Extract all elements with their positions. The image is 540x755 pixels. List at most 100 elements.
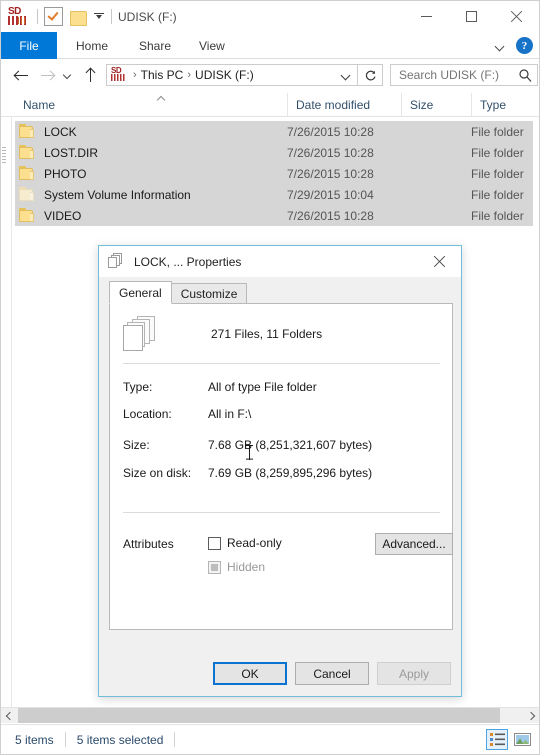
column-header-row: Name Date modified Size Type [1, 93, 539, 117]
tab-share[interactable]: Share [126, 32, 184, 59]
breadcrumb[interactable]: SD › This PC › UDISK (F:) [106, 64, 358, 86]
forward-button[interactable] [34, 62, 60, 88]
refresh-button[interactable] [358, 64, 383, 86]
divider-bottom [123, 512, 440, 513]
readonly-label: Read-only [227, 536, 282, 550]
dialog-title: LOCK, ... Properties [134, 254, 242, 269]
status-item-count: 5 items [15, 732, 54, 747]
column-header-type-label: Type [480, 97, 507, 112]
file-date-modified: 7/26/2015 10:28 [287, 166, 374, 181]
large-icons-view-button[interactable] [511, 729, 533, 750]
help-icon[interactable]: ? [516, 37, 533, 54]
table-row[interactable]: VIDEO 7/26/2015 10:28 File folder [15, 205, 533, 226]
file-type: File folder [471, 187, 524, 202]
horizontal-scrollbar[interactable] [1, 707, 539, 723]
file-date-modified: 7/26/2015 10:28 [287, 124, 374, 139]
close-icon [433, 255, 446, 268]
hidden-checkbox[interactable] [208, 560, 221, 574]
breadcrumb-separator-1[interactable]: › [133, 69, 137, 81]
apply-button[interactable]: Apply [377, 662, 451, 685]
column-header-size[interactable]: Size [401, 93, 471, 116]
toolbar-divider [37, 9, 38, 24]
search-box[interactable] [390, 64, 538, 86]
column-header-date-modified[interactable]: Date modified [287, 93, 401, 116]
status-divider [64, 732, 66, 747]
field-type-label: Type: [123, 380, 153, 394]
details-view-button[interactable] [486, 729, 508, 750]
tab-general[interactable]: General [109, 281, 172, 304]
splitter-grip [2, 145, 6, 163]
column-header-date-modified-label: Date modified [296, 97, 371, 112]
file-name: System Volume Information [44, 187, 191, 202]
scroll-right-button[interactable] [522, 708, 539, 723]
cancel-button[interactable]: Cancel [295, 662, 369, 685]
tab-home[interactable]: Home [63, 32, 121, 59]
table-row[interactable]: LOST.DIR 7/26/2015 10:28 File folder [15, 142, 533, 163]
file-explorer-window: SD UDISK (F:) File Home Share View ? SD … [0, 0, 540, 755]
dialog-button-row: OK Cancel Apply [213, 662, 451, 685]
advanced-button[interactable]: Advanced... [375, 533, 453, 555]
chevron-down-icon [64, 71, 73, 80]
recent-locations-button[interactable] [60, 62, 77, 88]
dialog-tab-strip: General Customize [109, 281, 248, 304]
maximize-button[interactable] [449, 1, 494, 32]
quick-access-properties-icon[interactable] [44, 7, 63, 26]
file-stack-icon [123, 316, 157, 352]
sd-card-icon: SD [7, 6, 29, 27]
tab-customize[interactable]: Customize [170, 283, 248, 304]
refresh-icon [365, 70, 375, 80]
search-input[interactable] [397, 67, 516, 83]
table-row[interactable]: LOCK 7/26/2015 10:28 File folder [15, 121, 533, 142]
field-size-value: 7.68 GB (8,251,321,607 bytes) [208, 438, 373, 452]
sort-ascending-icon [157, 95, 166, 101]
breadcrumb-item-this-pc[interactable]: This PC [141, 68, 184, 82]
file-name: VIDEO [44, 208, 82, 223]
dialog-close-button[interactable] [418, 246, 461, 276]
column-header-name[interactable]: Name [15, 93, 287, 116]
field-type-value: All of type File folder [208, 380, 317, 394]
readonly-checkbox-row[interactable]: Read-only [208, 536, 282, 550]
chevron-left-icon [5, 711, 14, 720]
file-type: File folder [471, 166, 524, 181]
multiple-files-icon [108, 253, 126, 270]
dialog-summary-row: 271 Files, 11 Folders [123, 316, 322, 352]
file-type: File folder [471, 208, 524, 223]
minimize-button[interactable] [404, 1, 449, 32]
hidden-checkbox-row[interactable]: Hidden [208, 560, 265, 574]
file-date-modified: 7/26/2015 10:28 [287, 208, 374, 223]
ribbon-right-controls: ? [495, 32, 533, 59]
tab-view[interactable]: View [186, 32, 238, 59]
column-header-type[interactable]: Type [471, 93, 539, 116]
dialog-title-bar: LOCK, ... Properties [99, 246, 461, 277]
status-bar: 5 items 5 items selected [1, 724, 539, 754]
window-controls [404, 1, 539, 32]
table-row[interactable]: System Volume Information 7/29/2015 10:0… [15, 184, 533, 205]
quick-access-customize-icon[interactable] [94, 11, 105, 22]
scrollbar-thumb[interactable] [18, 708, 500, 723]
scroll-left-button[interactable] [1, 708, 18, 723]
breadcrumb-dropdown-icon[interactable] [341, 70, 351, 80]
navigation-pane-splitter[interactable] [1, 117, 12, 713]
folder-body [70, 10, 87, 26]
up-button[interactable] [77, 62, 103, 88]
back-button[interactable] [8, 62, 34, 88]
file-type: File folder [471, 124, 524, 139]
ribbon-tab-bar: File Home Share View ? [1, 32, 539, 59]
quick-access-new-folder-icon[interactable] [70, 10, 87, 26]
address-bar: SD › This PC › UDISK (F:) [1, 59, 539, 91]
search-icon [519, 68, 532, 82]
ok-button[interactable]: OK [213, 662, 287, 685]
tab-file[interactable]: File [1, 32, 57, 59]
breadcrumb-item-udisk[interactable]: UDISK (F:) [195, 68, 254, 82]
maximize-icon [466, 11, 477, 22]
close-button[interactable] [494, 1, 539, 32]
breadcrumb-separator-2[interactable]: › [187, 69, 191, 81]
chevron-right-icon [526, 711, 535, 720]
column-header-name-label: Name [23, 97, 56, 112]
folder-flap [30, 213, 34, 222]
readonly-checkbox[interactable] [208, 536, 221, 550]
table-row[interactable]: PHOTO 7/26/2015 10:28 File folder [15, 163, 533, 184]
hidden-label: Hidden [227, 560, 266, 574]
chevron-down-icon[interactable] [495, 40, 507, 52]
dialog-summary-text: 271 Files, 11 Folders [211, 327, 323, 341]
